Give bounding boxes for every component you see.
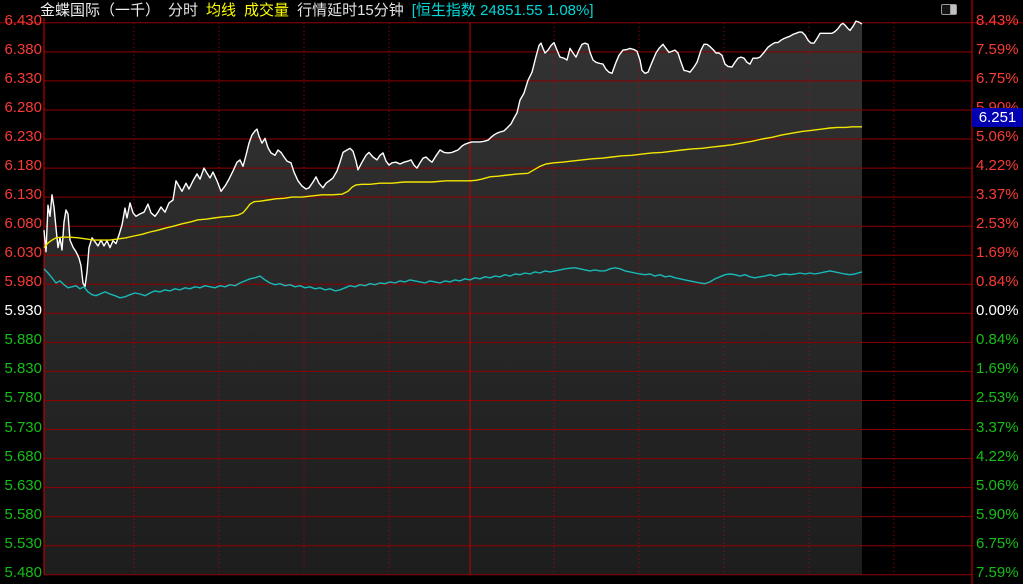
price-area-fill: [44, 21, 862, 575]
delay-notice: 行情延时15分钟: [297, 1, 404, 21]
tab-intraday[interactable]: 分时: [168, 1, 198, 21]
chart-header: 金蝶国际（一千） 分时 均线 成交量 行情延时15分钟 [恒生指数 24851.…: [40, 1, 602, 21]
hsi-quote-link[interactable]: [恒生指数 24851.55 1.08%]: [412, 1, 594, 21]
avg-price-badge: 6.251: [972, 108, 1023, 127]
panel-toggle-icon[interactable]: [941, 4, 957, 15]
intraday-chart[interactable]: [0, 0, 1023, 584]
stock-title: 金蝶国际（一千）: [40, 1, 160, 21]
tab-volume[interactable]: 成交量: [244, 1, 289, 21]
tab-ma-line[interactable]: 均线: [206, 1, 236, 21]
stock-app-screen: 金蝶国际（一千） 分时 均线 成交量 行情延时15分钟 [恒生指数 24851.…: [0, 0, 1023, 584]
